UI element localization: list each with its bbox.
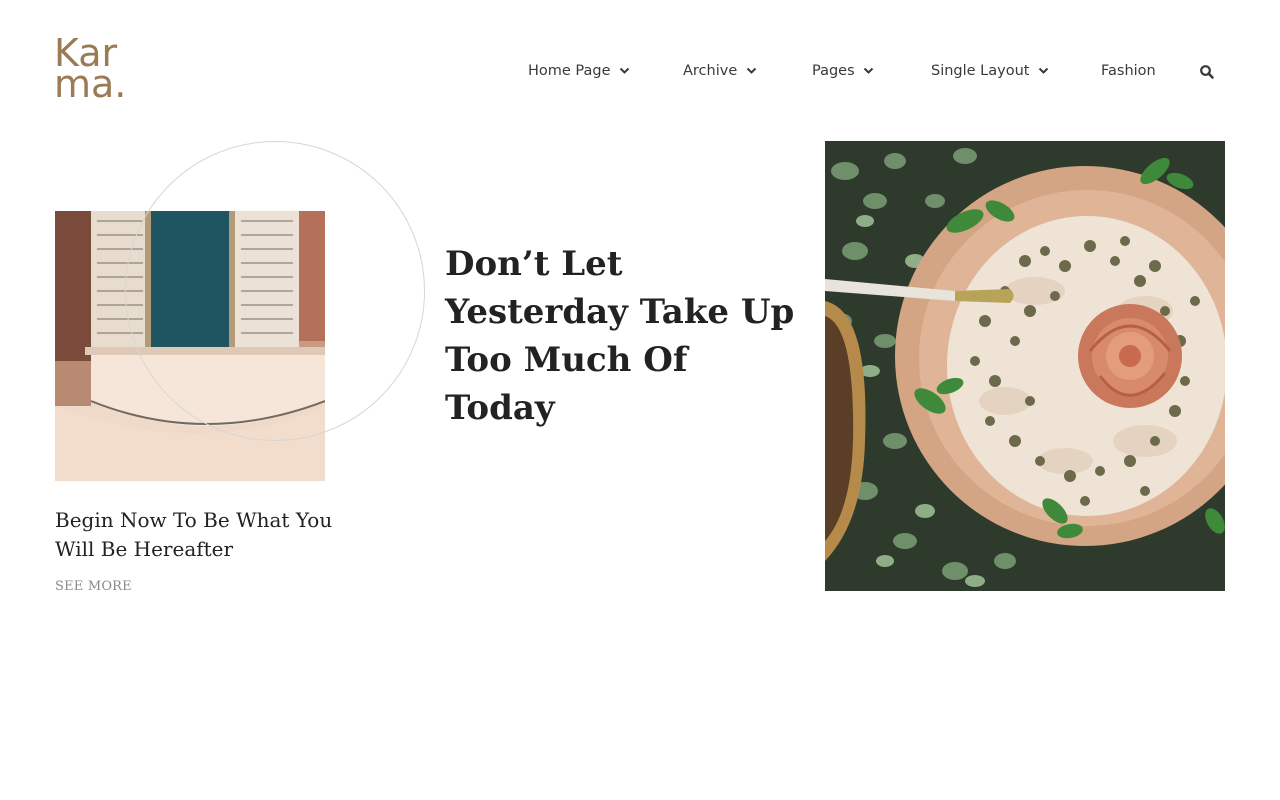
post-thumbnail-dam[interactable]	[55, 211, 325, 481]
nav-item-home-page[interactable]: Home Page	[528, 60, 631, 82]
food-plate-image	[825, 141, 1225, 591]
nav-item-label: Fashion	[1101, 63, 1156, 79]
post-thumbnail-food[interactable]	[825, 141, 1225, 591]
nav-item-pages[interactable]: Pages	[812, 60, 875, 82]
nav-item-fashion[interactable]: Fashion	[1101, 60, 1156, 82]
hero-post-title[interactable]: Don’t Let Yesterday Take Up Too Much Of …	[445, 240, 805, 432]
nav-item-label: Archive	[683, 63, 738, 79]
nav-item-label: Single Layout	[931, 63, 1030, 79]
dam-aerial-image	[55, 211, 325, 481]
main-nav: Home Page Archive Pages Single Layout Fa…	[0, 60, 1280, 84]
nav-item-label: Pages	[812, 63, 855, 79]
post-title-begin-now[interactable]: Begin Now To Be What You Will Be Hereaft…	[55, 506, 345, 564]
search-icon[interactable]	[1199, 64, 1215, 80]
nav-item-single-layout[interactable]: Single Layout	[931, 60, 1049, 82]
nav-item-label: Home Page	[528, 63, 611, 79]
chevron-down-icon	[619, 65, 631, 77]
chevron-down-icon	[1037, 65, 1049, 77]
chevron-down-icon	[745, 65, 757, 77]
nav-item-archive[interactable]: Archive	[683, 60, 757, 82]
chevron-down-icon	[863, 65, 875, 77]
see-more-link[interactable]: SEE MORE	[55, 579, 132, 594]
